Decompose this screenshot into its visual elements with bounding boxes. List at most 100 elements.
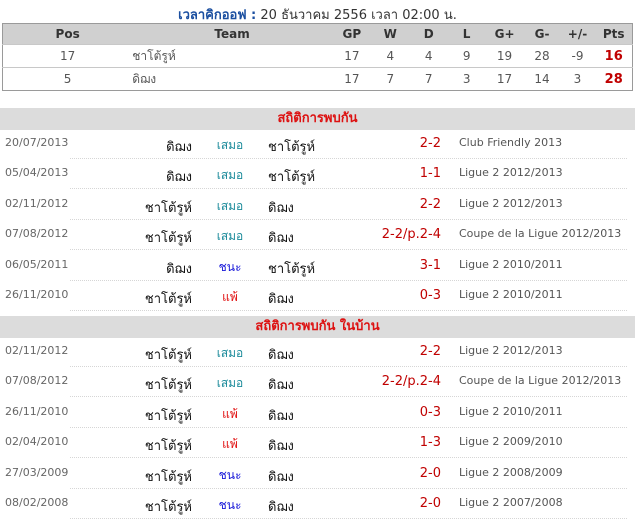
match-row: 02/04/2010 ชาโต้รูห์ แพ้ ดิฌง 1-3 Ligue 2 200… bbox=[0, 428, 635, 459]
match-row: 26/11/2010 ชาโต้รูห์ แพ้ ดิฌง 0-3 Ligue 2 201… bbox=[0, 398, 635, 428]
home-team[interactable]: ชาโต้รูห์ bbox=[145, 405, 192, 426]
header-pts[interactable]: Pts bbox=[595, 23, 633, 45]
match-date: 07/08/2012 bbox=[5, 227, 69, 241]
match-score[interactable]: 2-2/p.2-4 bbox=[382, 374, 441, 389]
match-row: 27/03/2009 ชาโต้รูห์ ชนะ ดิฌง 2-0 Ligue 2 200… bbox=[0, 459, 635, 489]
pos-cell: 17 bbox=[2, 44, 133, 68]
match-row: 26/11/2010 ชาโต้รูห์ แพ้ ดิฌง 0-3 Ligue 2 201… bbox=[0, 281, 635, 311]
home-team[interactable]: ชาโต้รูห์ bbox=[145, 344, 192, 365]
gd-cell: 3 bbox=[559, 67, 596, 91]
header-gp[interactable]: GP bbox=[331, 23, 372, 45]
competition-name: Ligue 2 2012/2013 bbox=[459, 344, 563, 357]
match-score[interactable]: 0-3 bbox=[420, 288, 441, 303]
away-team[interactable]: ชาโต้รูห์ bbox=[268, 166, 315, 187]
l-cell: 9 bbox=[448, 44, 485, 68]
match-score[interactable]: 0-3 bbox=[420, 405, 441, 420]
match-row: 02/11/2012 ชาโต้รูห์ เสมอ ดิฌง 2-2 Ligue 2 20… bbox=[0, 337, 635, 367]
away-team[interactable]: ดิฌง bbox=[268, 288, 294, 309]
match-row: 20/07/2013 ดิฌง เสมอ ชาโต้รูห์ 2-2 Club Frien… bbox=[0, 129, 635, 159]
away-team[interactable]: ชาโต้รูห์ bbox=[268, 136, 315, 157]
gf-cell: 19 bbox=[484, 44, 525, 68]
match-date: 06/05/2011 bbox=[5, 257, 69, 271]
gp-cell: 17 bbox=[331, 44, 372, 68]
match-row: 05/04/2013 ดิฌง เสมอ ชาโต้รูห์ 1-1 Ligue 2 20… bbox=[0, 159, 635, 190]
header-gf[interactable]: G+ bbox=[484, 23, 525, 45]
header-pos[interactable]: Pos bbox=[2, 23, 133, 45]
match-date: 07/08/2012 bbox=[5, 374, 69, 388]
away-team[interactable]: ดิฌง bbox=[268, 344, 294, 365]
away-team[interactable]: ดิฌง bbox=[268, 197, 294, 218]
header-team[interactable]: Team bbox=[132, 23, 332, 45]
gf-cell: 17 bbox=[484, 67, 525, 91]
team-name[interactable]: ชาโต้รูห์ bbox=[132, 44, 332, 68]
home-team[interactable]: ดิฌง bbox=[166, 258, 192, 279]
kickoff-value: 20 ธันวาคม 2556 เวลา 02:00 น. bbox=[260, 8, 457, 23]
match-result: เสมอ bbox=[216, 138, 244, 152]
pos-cell: 5 bbox=[2, 67, 133, 91]
pts-cell: 28 bbox=[595, 67, 633, 91]
h2h-home-section-title: สถิติการพบกัน ในบ้าน bbox=[0, 316, 635, 338]
home-team[interactable]: ชาโต้รูห์ bbox=[145, 197, 192, 218]
match-result: เสมอ bbox=[216, 346, 244, 360]
l-cell: 3 bbox=[448, 67, 485, 91]
header-d[interactable]: D bbox=[408, 23, 449, 45]
match-score[interactable]: 1-1 bbox=[420, 166, 441, 181]
header-ga[interactable]: G- bbox=[524, 23, 560, 45]
away-team[interactable]: ดิฌง bbox=[268, 496, 294, 517]
match-score[interactable]: 3-1 bbox=[420, 258, 441, 273]
match-score[interactable]: 2-2 bbox=[420, 197, 441, 212]
gp-cell: 17 bbox=[331, 67, 372, 91]
match-result: ชนะ bbox=[218, 498, 242, 512]
header-gd[interactable]: +/- bbox=[559, 23, 596, 45]
d-cell: 4 bbox=[408, 44, 449, 68]
away-team[interactable]: ชาโต้รูห์ bbox=[268, 258, 315, 279]
home-team[interactable]: ชาโต้รูห์ bbox=[145, 435, 192, 456]
match-score[interactable]: 1-3 bbox=[420, 435, 441, 450]
away-team[interactable]: ดิฌง bbox=[268, 405, 294, 426]
competition-name: Ligue 2 2010/2011 bbox=[459, 257, 563, 271]
match-date: 02/11/2012 bbox=[5, 196, 69, 210]
match-score[interactable]: 2-2 bbox=[420, 344, 441, 359]
match-row: 08/02/2008 ชาโต้รูห์ ชนะ ดิฌง 2-0 Ligue 2 200… bbox=[0, 489, 635, 519]
team-name[interactable]: ดิฌง bbox=[132, 67, 332, 91]
d-cell: 7 bbox=[408, 67, 449, 91]
standings-row: 5 ดิฌง 17 7 7 3 17 14 3 28 bbox=[2, 67, 633, 91]
match-score[interactable]: 2-0 bbox=[420, 466, 441, 481]
standings-header-row: Pos Team GP W D L G+ G- +/- Pts bbox=[2, 23, 633, 45]
home-team[interactable]: ดิฌง bbox=[166, 166, 192, 187]
away-team[interactable]: ดิฌง bbox=[268, 466, 294, 487]
match-row: 07/08/2012 ชาโต้รูห์ เสมอ ดิฌง 2-2/p.2-4 Coup… bbox=[0, 220, 635, 251]
standings-row: 17 ชาโต้รูห์ 17 4 4 9 19 28 -9 16 bbox=[2, 44, 633, 68]
away-team[interactable]: ดิฌง bbox=[268, 435, 294, 456]
header-l[interactable]: L bbox=[448, 23, 485, 45]
match-date: 26/11/2010 bbox=[5, 404, 69, 418]
competition-name: Ligue 2 2010/2011 bbox=[459, 404, 563, 418]
away-team[interactable]: ดิฌง bbox=[268, 227, 294, 248]
home-team[interactable]: ชาโต้รูห์ bbox=[145, 288, 192, 309]
match-score[interactable]: 2-2 bbox=[420, 136, 441, 151]
match-result: แพ้ bbox=[222, 406, 238, 421]
away-team[interactable]: ดิฌง bbox=[268, 374, 294, 395]
home-team[interactable]: ชาโต้รูห์ bbox=[145, 227, 192, 248]
match-score[interactable]: 2-0 bbox=[420, 496, 441, 511]
match-result: เสมอ bbox=[216, 198, 244, 213]
home-team[interactable]: ชาโต้รูห์ bbox=[145, 466, 192, 487]
match-result: เสมอ bbox=[216, 168, 244, 183]
match-result: เสมอ bbox=[216, 376, 244, 391]
pts-cell: 16 bbox=[595, 44, 633, 68]
match-result: แพ้ bbox=[222, 290, 238, 304]
home-team[interactable]: ชาโต้รูห์ bbox=[145, 374, 192, 395]
competition-name: Coupe de la Ligue 2012/2013 bbox=[459, 227, 622, 241]
row-divider bbox=[70, 310, 627, 311]
header-w[interactable]: W bbox=[371, 23, 409, 45]
match-row: 07/08/2012 ชาโต้รูห์ เสมอ ดิฌง 2-2/p.2-4 Coup… bbox=[0, 367, 635, 398]
home-team[interactable]: ชาโต้รูห์ bbox=[145, 496, 192, 517]
kickoff-label: เวลาคิกออฟ : bbox=[178, 8, 257, 23]
kickoff-info: เวลาคิกออฟ : 20 ธันวาคม 2556 เวลา 02:00 … bbox=[0, 4, 635, 25]
match-score[interactable]: 2-2/p.2-4 bbox=[382, 227, 441, 242]
match-result: ชนะ bbox=[218, 467, 242, 482]
competition-name: Ligue 2 2012/2013 bbox=[459, 166, 563, 180]
home-team[interactable]: ดิฌง bbox=[166, 136, 192, 157]
match-date: 20/07/2013 bbox=[5, 136, 69, 149]
match-result: แพ้ bbox=[222, 437, 238, 452]
